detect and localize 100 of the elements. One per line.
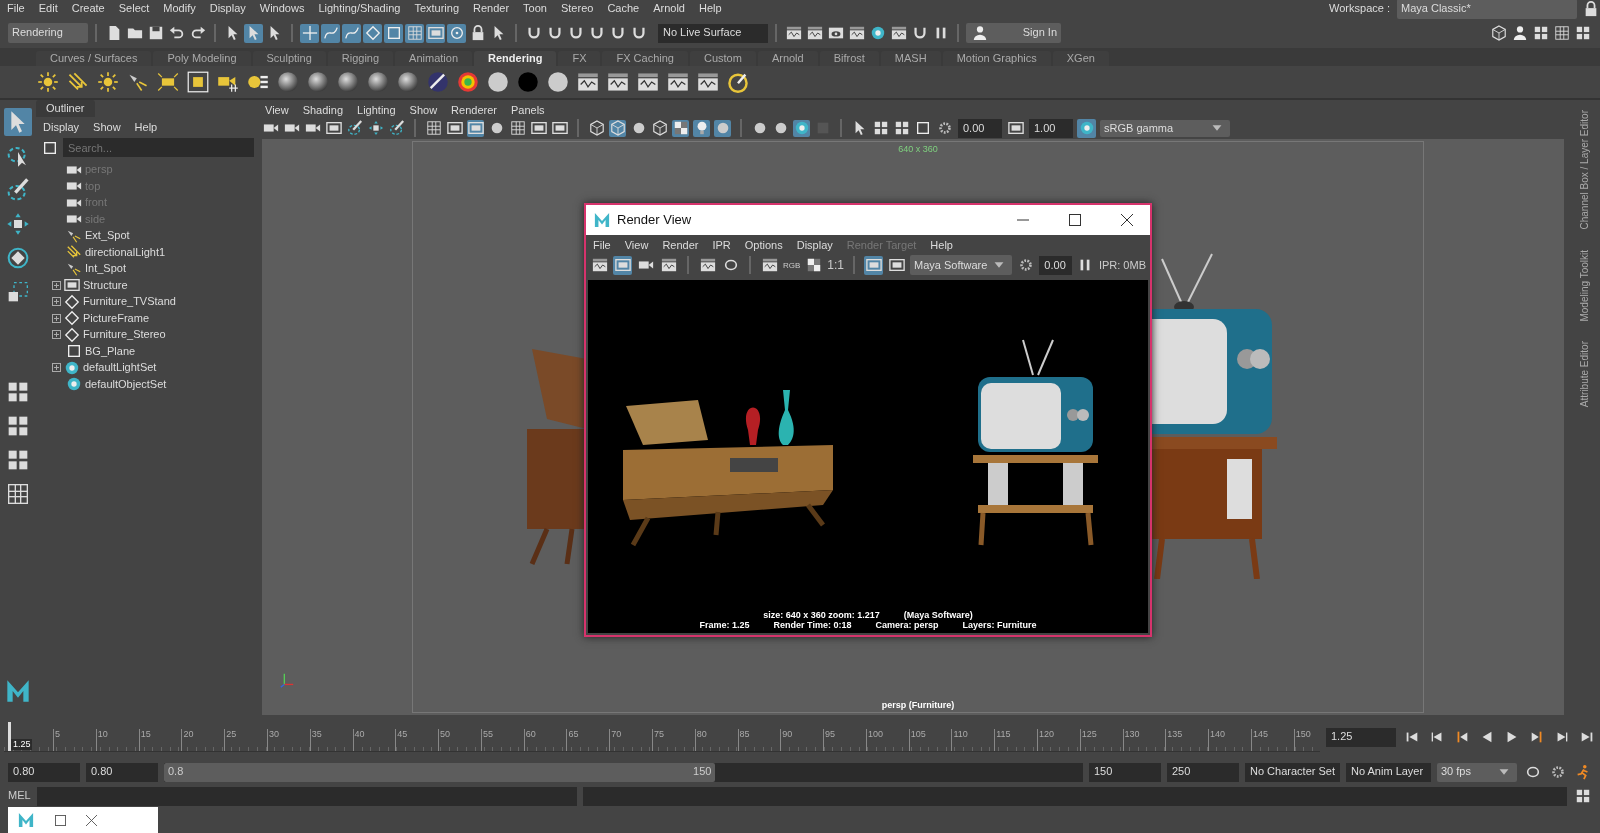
clapperboard-icon[interactable] <box>576 70 600 94</box>
outliner-item[interactable]: PictureFrame <box>83 311 150 325</box>
crosshair-icon[interactable] <box>300 23 319 43</box>
outliner-item[interactable]: Ext_Spot <box>85 229 130 243</box>
color-sphere-icon[interactable] <box>456 70 480 94</box>
rgb-button[interactable]: RGB <box>783 260 801 271</box>
expand-icon[interactable] <box>52 330 61 340</box>
grid-icon[interactable] <box>509 119 526 137</box>
menu-item[interactable]: Toon <box>516 2 554 16</box>
light-bulb-icon[interactable] <box>693 119 710 137</box>
shelf-tab[interactable]: FX <box>558 50 601 66</box>
expand-icon[interactable] <box>52 297 61 307</box>
film-frame-icon[interactable] <box>530 119 547 137</box>
menu-item[interactable]: Display <box>789 239 840 253</box>
playback-end-field[interactable]: 150 <box>1089 762 1161 782</box>
menu-item[interactable]: Display <box>36 121 87 135</box>
menu-item[interactable]: Help <box>692 2 729 16</box>
sphere-icon[interactable] <box>366 70 390 94</box>
framed-square-icon[interactable] <box>186 70 210 94</box>
shelf-tab[interactable]: Bifrost <box>819 50 879 66</box>
menu-item[interactable]: Shading <box>295 104 351 118</box>
circle-icon[interactable] <box>546 70 570 94</box>
sign-in-dropdown[interactable]: Sign In <box>966 23 1061 43</box>
menu-item[interactable]: Create <box>64 2 112 16</box>
shelf-tab[interactable]: MASH <box>880 50 941 66</box>
menu-item[interactable]: Windows <box>252 2 312 16</box>
menu-item[interactable]: Options <box>737 239 790 253</box>
menu-item[interactable]: IPR <box>705 239 738 253</box>
shelf-tab[interactable]: FX Caching <box>602 50 688 66</box>
menu-item[interactable]: Edit <box>31 2 65 16</box>
menu-item[interactable]: Show <box>86 121 128 135</box>
cube-icon[interactable] <box>651 119 668 137</box>
exposure-field[interactable]: 0.00 <box>958 118 1002 138</box>
workspace-dropdown[interactable]: Maya Classic* <box>1397 0 1577 19</box>
menu-item[interactable]: Panels <box>503 104 552 118</box>
range-slider[interactable]: 0.8 150 <box>164 762 716 782</box>
cube-icon[interactable] <box>1489 23 1508 43</box>
ball-icon[interactable] <box>714 119 731 137</box>
menu-item[interactable]: Stereo <box>553 2 601 16</box>
gamma-field[interactable]: 1.00 <box>1029 118 1073 138</box>
menu-item[interactable]: Cache <box>600 2 647 16</box>
menu-item[interactable]: View <box>258 104 296 118</box>
menu-item[interactable]: Arnold <box>646 2 692 16</box>
curve-icon[interactable] <box>321 23 340 43</box>
menu-item[interactable]: File <box>0 2 32 16</box>
sphere-icon[interactable] <box>306 70 330 94</box>
menu-set-dropdown[interactable]: Rendering <box>8 23 88 43</box>
film-frame-icon[interactable] <box>325 119 342 137</box>
film-frame-icon[interactable] <box>426 23 445 43</box>
outliner-item[interactable]: Int_Spot <box>85 262 126 276</box>
grid-icon[interactable] <box>1552 23 1571 43</box>
menu-item[interactable]: Select <box>111 2 157 16</box>
menu-item[interactable]: Modify <box>156 2 203 16</box>
brush-icon[interactable] <box>388 119 405 137</box>
menu-item[interactable]: Render <box>655 239 706 253</box>
cube-icon[interactable] <box>588 119 605 137</box>
ring-icon[interactable] <box>793 119 810 137</box>
time-marker[interactable] <box>7 722 11 751</box>
character-set-dropdown[interactable]: No Character Set <box>1245 762 1340 782</box>
side-tab[interactable]: Attribute Editor <box>1579 341 1591 408</box>
fps-dropdown[interactable]: 30 fps <box>1437 762 1517 782</box>
maximize-button[interactable] <box>55 814 66 826</box>
sun-icon[interactable] <box>96 70 120 94</box>
close-button[interactable] <box>86 814 97 826</box>
expand-icon[interactable] <box>52 280 61 290</box>
sphere-icon[interactable] <box>336 70 360 94</box>
cube-icon[interactable] <box>609 119 626 137</box>
clapperboard-icon[interactable] <box>636 70 660 94</box>
side-tab[interactable]: Channel Box / Layer Editor <box>1579 110 1591 230</box>
brush-icon[interactable] <box>346 119 363 137</box>
film-frame-icon[interactable] <box>467 119 484 137</box>
clapperboard-icon[interactable] <box>606 70 630 94</box>
zoom-button[interactable]: 1:1 <box>827 258 845 273</box>
sphere-icon[interactable] <box>276 70 300 94</box>
film-frame-icon[interactable] <box>446 119 463 137</box>
shelf-tab[interactable]: Rendering <box>474 50 557 66</box>
menu-item[interactable]: Show <box>402 104 445 118</box>
menu-item[interactable]: Help <box>127 121 165 135</box>
sphere-icon[interactable] <box>396 70 420 94</box>
search-field[interactable]: Search... <box>63 138 254 158</box>
renderer-dropdown[interactable]: Maya Software <box>910 255 1013 276</box>
menu-item[interactable]: Lighting <box>350 104 403 118</box>
menu-item[interactable]: Render <box>466 2 517 16</box>
menu-item[interactable]: Renderer <box>444 104 504 118</box>
outliner-item[interactable]: Furniture_Stereo <box>83 328 166 342</box>
circle-icon[interactable] <box>486 70 510 94</box>
diamond-icon[interactable] <box>363 23 382 43</box>
outliner-item[interactable]: BG_Plane <box>85 344 136 358</box>
shelf-tab[interactable]: Arnold <box>757 50 818 66</box>
expand-icon[interactable] <box>52 313 61 323</box>
menu-item[interactable]: File <box>586 239 618 253</box>
outliner-item[interactable]: directionalLight1 <box>85 245 166 259</box>
shelf-tab[interactable]: Poly Modeling <box>153 50 251 66</box>
film-frame-icon[interactable] <box>551 119 568 137</box>
ring-icon[interactable] <box>1077 118 1096 138</box>
expand-icon[interactable] <box>52 363 61 373</box>
shelf-tab[interactable]: Animation <box>395 50 472 66</box>
exposure-field[interactable]: 0.00 <box>1039 255 1072 275</box>
menu-item[interactable]: Display <box>202 2 253 16</box>
shelf-tab[interactable]: Motion Graphics <box>942 50 1051 66</box>
